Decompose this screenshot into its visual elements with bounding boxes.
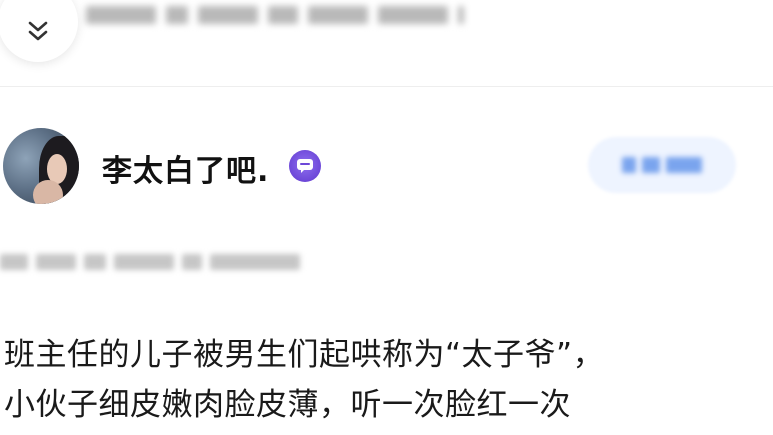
chevron-double-down-icon [28,21,48,41]
divider [0,86,773,87]
post-body: 班主任的儿子被男生们起哄称为“太子爷”， 小伙子细皮嫩肉脸皮薄，听一次脸红一次 [4,330,764,430]
post-page: 李太白了吧. 班主任的儿子被男生们起哄称为“太子爷”， 小伙子细皮嫩肉脸皮薄，听… [0,0,773,435]
collapse-button[interactable] [0,0,78,62]
post-line: 小伙子细皮嫩肉脸皮薄，听一次脸红一次 [4,387,571,423]
follow-button[interactable] [588,137,736,193]
avatar[interactable] [3,128,79,204]
chat-bubble-badge-icon [289,150,321,182]
author-name[interactable]: 李太白了吧. [102,146,269,190]
blurred-header-text [86,6,464,24]
post-line: 班主任的儿子被男生们起哄称为“太子爷”， [4,337,605,373]
blurred-post-meta [0,254,300,270]
